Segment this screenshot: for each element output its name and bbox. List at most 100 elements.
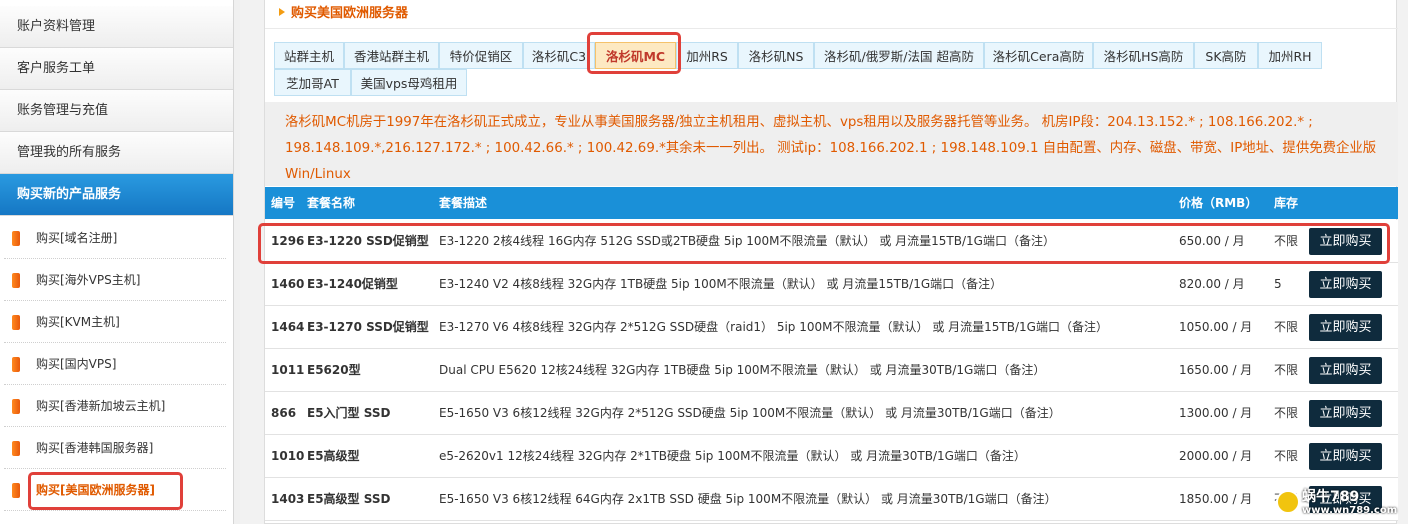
- tab-hk-site-group[interactable]: 香港站群主机: [344, 42, 439, 69]
- tab-special-offer[interactable]: 特价促销区: [439, 42, 523, 69]
- menu-label: 管理我的所有服务: [17, 145, 122, 160]
- tab-site-group-host[interactable]: 站群主机: [274, 42, 344, 69]
- table-row: 1464 E3-1270 SSD促销型 E3-1270 V6 4核8线程 32G…: [265, 306, 1398, 349]
- table-row: 1403 E5高级型 SSD E5-1650 V3 6核12线程 64G内存 2…: [265, 478, 1398, 521]
- cell-stock: 不限: [1274, 449, 1299, 463]
- cell-desc: e5-2620v1 12核24线程 32G内存 2*1TB硬盘 5ip 100M…: [439, 449, 1026, 463]
- bullet-icon: [12, 441, 20, 456]
- cell-desc: Dual CPU E5620 12核24线程 32G内存 1TB硬盘 5ip 1…: [439, 363, 1046, 377]
- table-row: 1460 E3-1240促销型 E3-1240 V2 4核8线程 32G内存 1…: [265, 263, 1398, 306]
- sidebar-item-label: 购买[域名注册]: [36, 231, 118, 245]
- tab-ca-rs[interactable]: 加州RS: [676, 42, 738, 69]
- table-row: 1011 E5620型 Dual CPU E5620 12核24线程 32G内存…: [265, 349, 1398, 392]
- tab-la-hs[interactable]: 洛杉矶HS高防: [1093, 42, 1194, 69]
- cell-name: E3-1270 SSD促销型: [307, 320, 429, 334]
- sidebar-item-label: 购买[KVM主机]: [36, 315, 120, 329]
- annotation-box-sidebar: [28, 472, 183, 510]
- cell-name: E5高级型 SSD: [307, 492, 391, 506]
- annotation-box-row: [258, 223, 1390, 264]
- menu-support-tickets[interactable]: 客户服务工单: [0, 48, 233, 90]
- sidebar-item-hk-sg-cloud[interactable]: 购买[香港新加坡云主机]: [4, 385, 226, 427]
- arrow-icon: [279, 8, 285, 16]
- buy-now-button[interactable]: 立即购买: [1309, 400, 1382, 427]
- menu-my-services[interactable]: 管理我的所有服务: [0, 132, 233, 174]
- watermark: 蜗牛789 www.wn789.com: [1276, 484, 1398, 520]
- buy-now-button[interactable]: 立即购买: [1309, 443, 1382, 470]
- sidebar-item-label: 购买[国内VPS]: [36, 357, 117, 371]
- sidebar-item-label: 购买[香港新加坡云主机]: [36, 399, 166, 413]
- cell-price: 1050.00 / 月: [1179, 320, 1253, 334]
- tab-chicago-at[interactable]: 芝加哥AT: [274, 69, 351, 96]
- menu-label: 账户资料管理: [17, 19, 96, 34]
- divider: [265, 28, 1398, 29]
- tab-la-c3[interactable]: 洛杉矶C3: [523, 42, 595, 69]
- cell-price: 1850.00 / 月: [1179, 492, 1253, 506]
- sidebar-item-domain[interactable]: 购买[域名注册]: [4, 217, 226, 259]
- menu-label: 购买新的产品服务: [17, 187, 122, 202]
- cell-name: E3-1240促销型: [307, 277, 398, 291]
- page-title: 购买美国欧洲服务器: [271, 2, 408, 26]
- annotation-box-tab: [587, 32, 681, 74]
- col-id: 编号: [271, 196, 296, 210]
- cell-price: 1650.00 / 月: [1179, 363, 1253, 377]
- buy-now-button[interactable]: 立即购买: [1309, 357, 1382, 384]
- tab-sk-ddos[interactable]: SK高防: [1194, 42, 1258, 69]
- menu-label: 账务管理与充值: [17, 103, 109, 118]
- bullet-icon: [12, 399, 20, 414]
- cell-id: 866: [271, 406, 297, 420]
- sidebar-item-label: 购买[香港韩国服务器]: [36, 441, 154, 455]
- menu-label: 客户服务工单: [17, 61, 96, 76]
- col-stock: 库存: [1274, 196, 1299, 210]
- menu-buy-products[interactable]: 购买新的产品服务: [0, 174, 233, 216]
- cell-name: E5入门型 SSD: [307, 406, 391, 420]
- cell-desc: E5-1650 V3 6核12线程 64G内存 2x1TB SSD 硬盘 5ip…: [439, 492, 1057, 506]
- bullet-icon: [12, 315, 20, 330]
- cell-desc: E5-1650 V3 6核12线程 32G内存 2*512G SSD硬盘 5ip…: [439, 406, 1061, 420]
- cell-id: 1464: [271, 320, 305, 334]
- sidebar-item-overseas-vps[interactable]: 购买[海外VPS主机]: [4, 259, 226, 301]
- cell-id: 1010: [271, 449, 305, 463]
- tab-la-ru-fr-ddos[interactable]: 洛杉矶/俄罗斯/法国 超高防: [814, 42, 984, 69]
- col-name: 套餐名称: [307, 196, 356, 210]
- cell-stock: 不限: [1274, 406, 1299, 420]
- cell-name: E5高级型: [307, 449, 360, 463]
- watermark-line2: www.wn789.com: [1302, 505, 1398, 516]
- page-title-text: 购买美国欧洲服务器: [291, 6, 409, 21]
- cell-desc: E3-1270 V6 4核8线程 32G内存 2*512G SSD硬盘（raid…: [439, 320, 1108, 334]
- cell-stock: 5: [1274, 277, 1282, 291]
- snail-logo-icon: [1276, 490, 1300, 514]
- tab-la-ns[interactable]: 洛杉矶NS: [738, 42, 814, 69]
- cell-price: 1300.00 / 月: [1179, 406, 1253, 420]
- cell-stock: 不限: [1274, 363, 1299, 377]
- sidebar-item-domestic-vps[interactable]: 购买[国内VPS]: [4, 343, 226, 385]
- tab-ca-rh[interactable]: 加州RH: [1258, 42, 1322, 69]
- col-desc: 套餐描述: [439, 196, 488, 210]
- sidebar-item-hk-kr-server[interactable]: 购买[香港韩国服务器]: [4, 427, 226, 469]
- table-header: 编号 套餐名称 套餐描述 价格（RMB） 库存: [265, 187, 1398, 219]
- tab-us-vps-host[interactable]: 美国vps母鸡租用: [351, 69, 467, 96]
- sidebar: 账户资料管理 客户服务工单 账务管理与充值 管理我的所有服务 购买新的产品服务 …: [0, 0, 240, 524]
- table-row: 1010 E5高级型 e5-2620v1 12核24线程 32G内存 2*1TB…: [265, 435, 1398, 478]
- sidebar-item-label: 购买[海外VPS主机]: [36, 273, 141, 287]
- tab-la-cera[interactable]: 洛杉矶Cera高防: [984, 42, 1093, 69]
- cell-price: 820.00 / 月: [1179, 277, 1245, 291]
- sidebar-panel: 账户资料管理 客户服务工单 账务管理与充值 管理我的所有服务 购买新的产品服务 …: [0, 0, 234, 524]
- menu-billing[interactable]: 账务管理与充值: [0, 90, 233, 132]
- buy-now-button[interactable]: 立即购买: [1309, 314, 1382, 341]
- cell-id: 1403: [271, 492, 305, 506]
- table-row: 866 E5入门型 SSD E5-1650 V3 6核12线程 32G内存 2*…: [265, 392, 1398, 435]
- buy-now-button[interactable]: 立即购买: [1309, 271, 1382, 298]
- menu-account-profile[interactable]: 账户资料管理: [0, 6, 233, 48]
- cell-stock: 不限: [1274, 320, 1299, 334]
- cell-desc: E3-1240 V2 4核8线程 32G内存 1TB硬盘 5ip 100M不限流…: [439, 277, 1003, 291]
- watermark-line1: 蜗牛789: [1302, 489, 1360, 505]
- col-price: 价格（RMB）: [1179, 196, 1258, 210]
- cell-price: 2000.00 / 月: [1179, 449, 1253, 463]
- cell-name: E5620型: [307, 363, 361, 377]
- sidebar-item-kvm[interactable]: 购买[KVM主机]: [4, 301, 226, 343]
- bullet-icon: [12, 231, 20, 246]
- cell-id: 1011: [271, 363, 305, 377]
- cell-id: 1460: [271, 277, 305, 291]
- bullet-icon: [12, 483, 20, 498]
- bullet-icon: [12, 357, 20, 372]
